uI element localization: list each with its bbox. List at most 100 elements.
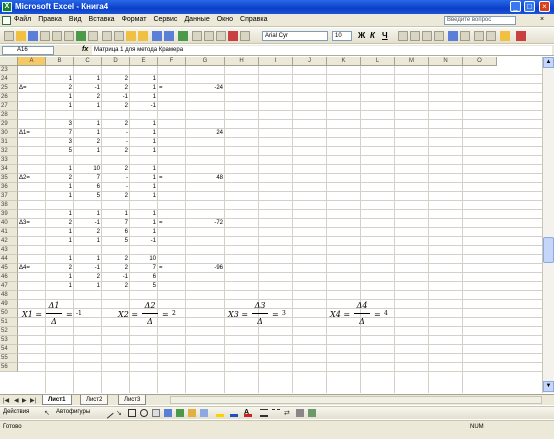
tab-sheet2[interactable]: Лист2 <box>80 395 109 405</box>
picture-icon[interactable] <box>200 409 208 417</box>
row-header[interactable]: 30 <box>0 129 18 138</box>
cell[interactable]: 2 <box>103 102 128 111</box>
borders-icon[interactable] <box>486 31 496 41</box>
cell[interactable]: 3 <box>47 120 72 129</box>
row-header[interactable]: 54 <box>0 345 18 354</box>
cell[interactable]: 2 <box>103 192 128 201</box>
line-icon[interactable] <box>102 407 114 419</box>
actions-menu[interactable]: Действия <box>3 409 29 415</box>
merge-center-icon[interactable] <box>434 31 444 41</box>
cell[interactable]: 1 <box>75 120 100 129</box>
cell[interactable]: Δ3= <box>19 219 44 228</box>
undo-icon[interactable] <box>152 31 162 41</box>
close-button[interactable]: × <box>539 1 550 12</box>
kramer-equation[interactable]: X4 = Δ4 Δ = 4 <box>330 300 425 330</box>
cell[interactable]: 1 <box>131 138 156 147</box>
cell[interactable]: 10 <box>131 255 156 264</box>
cell[interactable]: -1 <box>103 93 128 102</box>
column-header[interactable]: B <box>46 57 74 66</box>
cell[interactable]: 1 <box>131 165 156 174</box>
cell[interactable]: 1 <box>131 129 156 138</box>
cell[interactable]: 1 <box>131 93 156 102</box>
cell[interactable]: 1 <box>75 237 100 246</box>
menu-item[interactable]: Сервис <box>153 16 177 23</box>
currency-icon[interactable] <box>448 31 458 41</box>
menu-item[interactable]: Данные <box>184 16 209 23</box>
shadow-style-icon[interactable] <box>296 409 304 417</box>
cell[interactable]: 1 <box>47 282 72 291</box>
chart-wizard-icon[interactable] <box>228 31 238 41</box>
cell[interactable]: - <box>103 183 128 192</box>
row-header[interactable]: 56 <box>0 363 18 372</box>
cell[interactable]: 2 <box>103 147 128 156</box>
cell[interactable]: 1 <box>75 282 100 291</box>
cell[interactable]: 3 <box>47 138 72 147</box>
cell[interactable]: 24 <box>187 129 223 138</box>
cell[interactable]: 1 <box>131 174 156 183</box>
scroll-up-icon[interactable]: ▲ <box>543 57 554 68</box>
row-header[interactable]: 29 <box>0 120 18 129</box>
sort-descending-icon[interactable] <box>216 31 226 41</box>
cell[interactable]: 2 <box>47 219 72 228</box>
kramer-equation[interactable]: X2 = Δ2 Δ = 2 <box>118 300 213 330</box>
save-icon[interactable] <box>28 31 38 41</box>
cell[interactable]: 1 <box>75 147 100 156</box>
cell[interactable]: -1 <box>131 237 156 246</box>
permission-icon[interactable] <box>40 31 50 41</box>
hyperlink-icon[interactable] <box>178 31 188 41</box>
cell[interactable]: Δ4= <box>19 264 44 273</box>
cell[interactable]: 1 <box>131 75 156 84</box>
font-color-icon[interactable] <box>516 31 526 41</box>
diagram-icon[interactable] <box>176 409 184 417</box>
cell[interactable]: -24 <box>187 84 223 93</box>
line-style-icon[interactable] <box>260 409 268 417</box>
insert-function-icon[interactable]: fx <box>82 46 88 53</box>
new-icon[interactable] <box>4 31 14 41</box>
column-header[interactable]: I <box>259 57 293 66</box>
cell[interactable]: 1 <box>47 165 72 174</box>
font-color-draw-icon[interactable]: A <box>244 409 252 417</box>
cell[interactable]: 1 <box>75 255 100 264</box>
column-header[interactable]: M <box>395 57 429 66</box>
format-painter-icon[interactable] <box>138 31 148 41</box>
row-header[interactable]: 49 <box>0 300 18 309</box>
cell[interactable]: 1 <box>75 129 100 138</box>
cell[interactable]: 1 <box>131 219 156 228</box>
column-header[interactable]: C <box>74 57 102 66</box>
document-icon[interactable] <box>2 16 11 25</box>
row-header[interactable]: 34 <box>0 165 18 174</box>
row-header[interactable]: 26 <box>0 93 18 102</box>
cell[interactable]: Δ2= <box>19 174 44 183</box>
cell[interactable]: 7 <box>47 129 72 138</box>
maximize-button[interactable]: □ <box>524 1 535 12</box>
drawing-icon[interactable] <box>240 31 250 41</box>
clipart-icon[interactable] <box>188 409 196 417</box>
tab-sheet3[interactable]: Лист3 <box>118 395 147 405</box>
row-header[interactable]: 46 <box>0 273 18 282</box>
prev-sheet-icon[interactable]: ◀ <box>14 397 19 404</box>
cell[interactable]: = <box>159 219 184 228</box>
row-header[interactable]: 31 <box>0 138 18 147</box>
dash-style-icon[interactable] <box>272 409 280 417</box>
spelling-icon[interactable] <box>76 31 86 41</box>
oval-icon[interactable] <box>140 409 148 417</box>
cell[interactable]: Δ= <box>19 84 44 93</box>
cell[interactable]: 1 <box>131 183 156 192</box>
tab-sheet1[interactable]: Лист1 <box>42 395 72 405</box>
cell[interactable]: 2 <box>75 93 100 102</box>
open-icon[interactable] <box>16 31 26 41</box>
menu-item[interactable]: Файл <box>14 16 31 23</box>
cell[interactable]: - <box>103 174 128 183</box>
row-header[interactable]: 44 <box>0 255 18 264</box>
bold-button[interactable]: Ж <box>358 31 365 40</box>
cell[interactable]: 10 <box>75 165 100 174</box>
cell[interactable]: 1 <box>131 210 156 219</box>
underline-button[interactable]: Ч <box>382 31 388 40</box>
row-header[interactable]: 48 <box>0 291 18 300</box>
cell[interactable]: - <box>103 138 128 147</box>
cell[interactable]: -1 <box>131 102 156 111</box>
cell[interactable]: 2 <box>103 120 128 129</box>
cell[interactable]: 5 <box>75 192 100 201</box>
column-header[interactable]: N <box>429 57 463 66</box>
document-close-icon[interactable]: × <box>540 16 544 23</box>
